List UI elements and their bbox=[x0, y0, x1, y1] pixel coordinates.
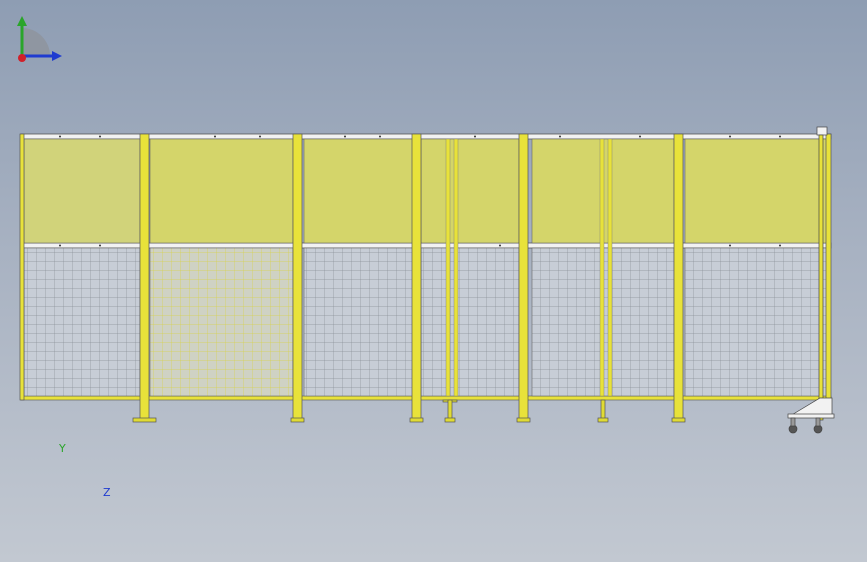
y-arrowhead-icon bbox=[17, 16, 27, 26]
panel-6 bbox=[684, 138, 828, 397]
panel-3 bbox=[303, 138, 415, 397]
z-arrowhead-icon bbox=[52, 51, 62, 61]
cad-viewport[interactable]: Y Z bbox=[0, 0, 867, 562]
coordinate-triad[interactable] bbox=[0, 0, 90, 80]
triad-quadrant bbox=[22, 28, 50, 56]
panel-2 bbox=[149, 138, 294, 397]
fence-assembly-drawing bbox=[19, 126, 835, 434]
panel-4 bbox=[420, 138, 520, 397]
x-axis-dot bbox=[18, 54, 26, 62]
panel-1 bbox=[23, 138, 141, 397]
panel-5 bbox=[531, 138, 675, 397]
post-feet bbox=[132, 399, 686, 423]
triad-y-label: Y bbox=[59, 442, 66, 455]
triad-z-label: Z bbox=[103, 486, 111, 499]
